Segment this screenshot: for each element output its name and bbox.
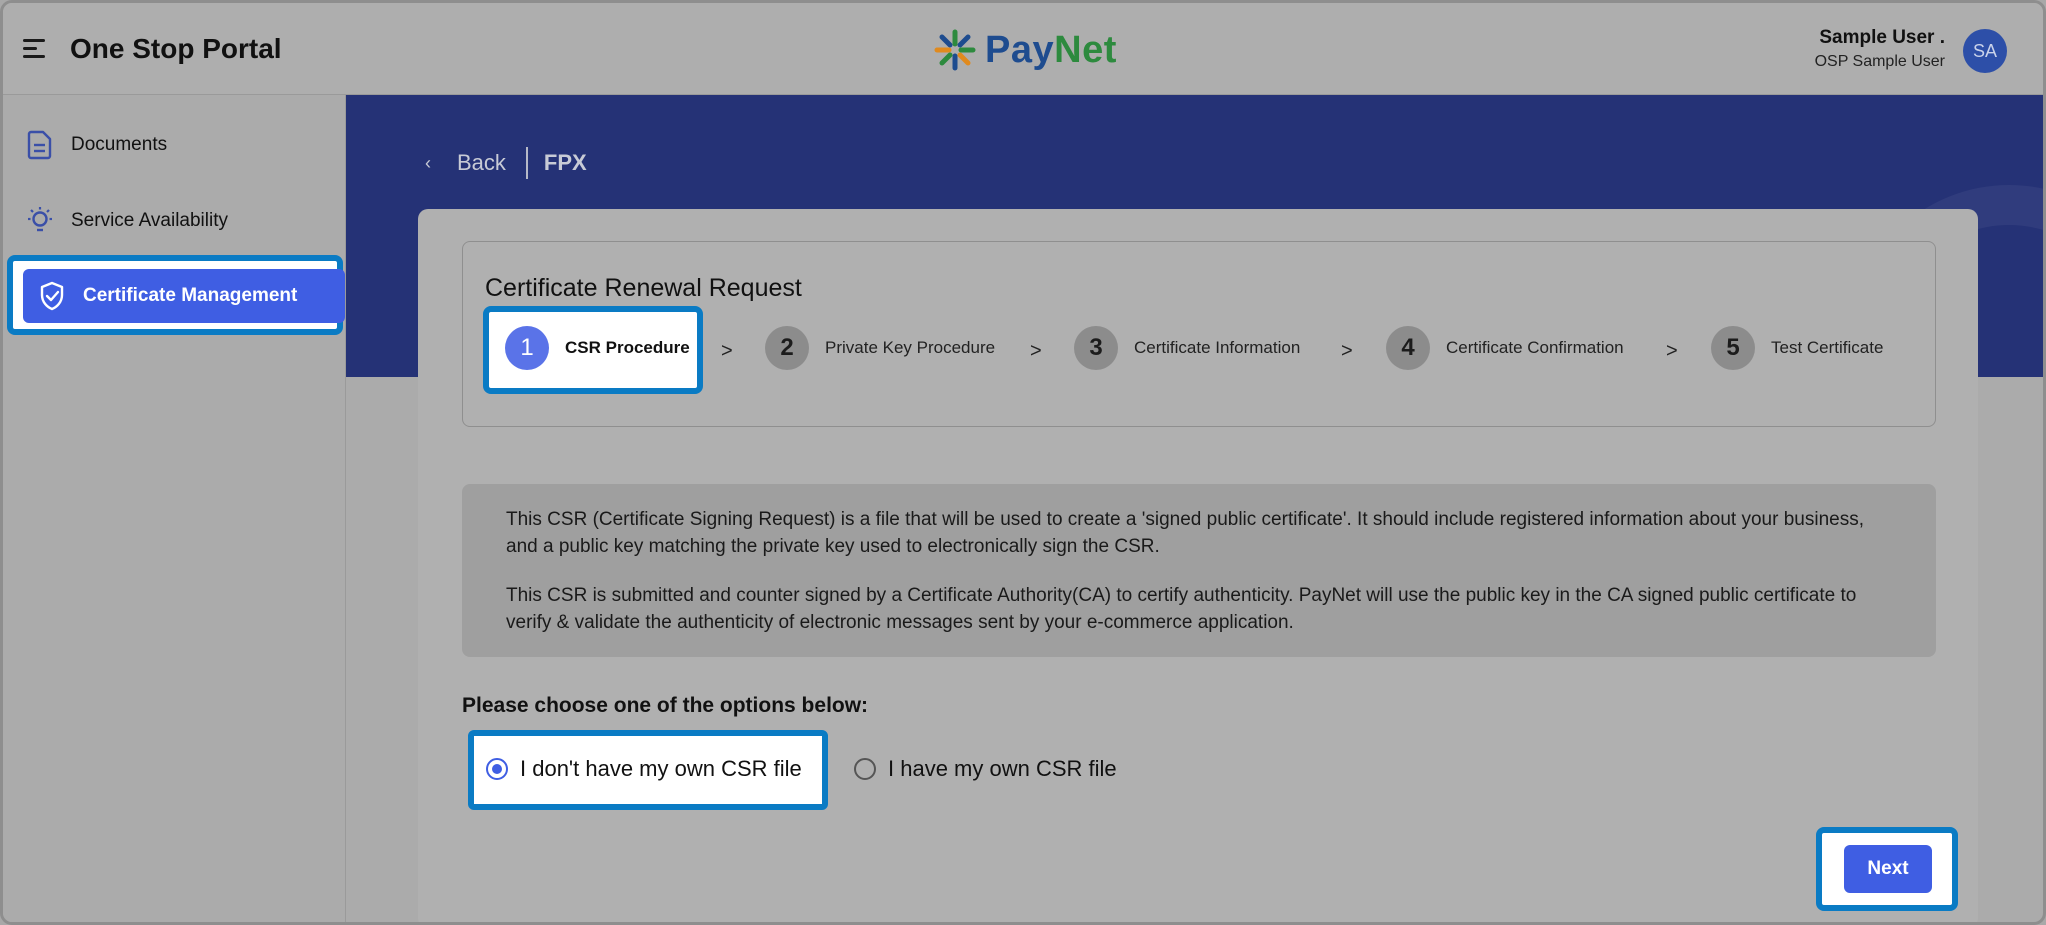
radio-unselected-icon[interactable] — [854, 758, 876, 780]
document-icon — [23, 128, 57, 162]
sidebar: Documents Service Availability Certifica… — [3, 95, 346, 922]
paynet-logo: PayNet — [933, 27, 1117, 73]
back-label: Back — [457, 150, 506, 175]
stepper: 1 CSR Procedure > 2 Private Key Procedur… — [463, 304, 1937, 394]
option-highlight: I don't have my own CSR file — [468, 730, 828, 810]
top-header: One Stop Portal PayNet Sample User . OSP… — [3, 3, 2043, 95]
options-prompt: Please choose one of the options below: — [462, 694, 869, 717]
breadcrumb: ‹ Back FPX — [423, 145, 587, 181]
option-no-csr-file[interactable]: I don't have my own CSR file — [486, 756, 802, 782]
step-number: 5 — [1711, 326, 1755, 370]
option-label: I have my own CSR file — [888, 756, 1117, 781]
logo-text-net: Net — [1054, 28, 1117, 71]
logo-text-pay: Pay — [985, 28, 1055, 71]
sidebar-item-label: Certificate Management — [83, 285, 298, 306]
option-label: I don't have my own CSR file — [520, 756, 802, 781]
radio-selected-icon[interactable] — [486, 758, 508, 780]
page-title: Certificate Renewal Request — [485, 274, 802, 302]
step-number: 4 — [1386, 326, 1430, 370]
user-name: Sample User . — [1819, 27, 1945, 48]
back-button[interactable]: ‹ Back — [423, 150, 506, 176]
breadcrumb-current: FPX — [543, 150, 587, 175]
step-5[interactable]: 5 Test Certificate — [1711, 326, 1884, 370]
step-separator: > — [1341, 340, 1353, 362]
step-label: CSR Procedure — [565, 338, 690, 357]
step-separator: > — [721, 340, 733, 362]
step-label: Test Certificate — [1771, 338, 1884, 357]
next-button[interactable]: Next — [1844, 845, 1932, 893]
hamburger-menu-icon[interactable] — [23, 39, 47, 59]
sidebar-item-certificate-management[interactable]: Certificate Management — [23, 269, 345, 323]
step-label: Certificate Information — [1134, 338, 1301, 357]
step-label: Private Key Procedure — [825, 338, 996, 357]
sidebar-item-label: Documents — [71, 134, 168, 155]
info-paragraph: This CSR (Certificate Signing Request) i… — [506, 509, 1864, 557]
step-4[interactable]: 4 Certificate Confirmation — [1386, 326, 1624, 370]
chevron-left-icon: ‹ — [425, 152, 431, 173]
step-number: 1 — [505, 326, 549, 370]
step-separator: > — [1030, 340, 1042, 362]
avatar[interactable]: SA — [1963, 29, 2007, 73]
step-1[interactable]: 1 CSR Procedure — [505, 326, 690, 370]
stepper-panel: Certificate Renewal Request 1 CSR Proced… — [462, 241, 1936, 427]
user-role: OSP Sample User — [1814, 53, 1945, 70]
option-own-csr-file[interactable]: I have my own CSR file — [854, 756, 1117, 782]
csr-info-box: This CSR (Certificate Signing Request) i… — [462, 484, 1936, 657]
step-number: 3 — [1074, 326, 1118, 370]
sidebar-item-label: Service Availability — [71, 210, 229, 231]
step-number: 2 — [765, 326, 809, 370]
step-2[interactable]: 2 Private Key Procedure — [765, 326, 996, 370]
app-window: One Stop Portal PayNet Sample User . OSP… — [0, 0, 2046, 925]
shield-check-icon — [35, 279, 69, 313]
breadcrumb-divider — [525, 147, 528, 179]
info-paragraph: This CSR is submitted and counter signed… — [506, 585, 1857, 633]
app-title: One Stop Portal — [70, 33, 282, 64]
step-3[interactable]: 3 Certificate Information — [1074, 326, 1301, 370]
sidebar-item-documents[interactable]: Documents — [11, 119, 335, 171]
step-separator: > — [1666, 340, 1678, 362]
sidebar-item-service-availability[interactable]: Service Availability — [11, 195, 335, 247]
user-info[interactable]: Sample User . OSP Sample User — [1815, 27, 1945, 71]
lightbulb-icon — [23, 204, 57, 238]
main-card: Certificate Renewal Request 1 CSR Proced… — [418, 209, 1978, 922]
step-label: Certificate Confirmation — [1446, 338, 1624, 357]
paynet-logo-icon — [934, 29, 976, 71]
sidebar-item-highlight: Certificate Management — [7, 255, 345, 335]
logo-text: PayNet — [985, 29, 1117, 72]
next-highlight: Next — [1816, 827, 1958, 911]
step-active-highlight: 1 CSR Procedure — [483, 306, 703, 394]
